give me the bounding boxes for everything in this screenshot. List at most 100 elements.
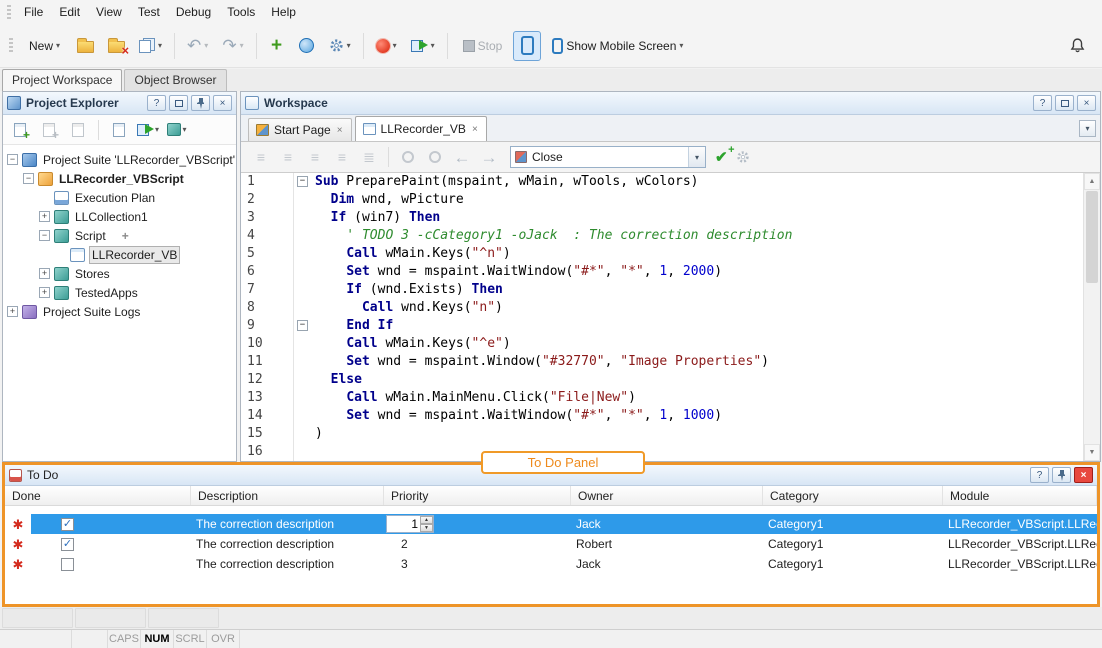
help-button[interactable]: ? bbox=[1030, 467, 1049, 483]
todo-column-category[interactable]: Category bbox=[763, 486, 943, 505]
record-button[interactable]: ▾ bbox=[370, 31, 403, 61]
new-file-button[interactable] bbox=[65, 118, 91, 142]
add-item-button[interactable]: + bbox=[7, 118, 33, 142]
close-tab-icon[interactable]: × bbox=[471, 124, 479, 135]
new-button[interactable]: New ▾ bbox=[20, 31, 69, 61]
add-existing-item-button[interactable]: + bbox=[36, 118, 62, 142]
done-checkbox[interactable]: ✓ bbox=[61, 518, 74, 531]
expand-icon[interactable]: + bbox=[39, 268, 50, 279]
tree-item-project-suite-llrecorder-vbscript[interactable]: −Project Suite 'LLRecorder_VBScript' bbox=[3, 150, 236, 169]
todo-row[interactable]: ✱✓The correction description1▲▼JackCateg… bbox=[5, 514, 1097, 534]
align-center-button[interactable]: ≡ bbox=[330, 145, 354, 169]
tree-item-project-suite-logs[interactable]: +Project Suite Logs bbox=[3, 302, 236, 321]
document-tab-start-page[interactable]: Start Page× bbox=[248, 118, 352, 141]
pin-button[interactable] bbox=[191, 95, 210, 111]
collapse-icon[interactable]: − bbox=[39, 230, 50, 241]
collapse-icon[interactable]: − bbox=[23, 173, 34, 184]
tree-item-stores[interactable]: +Stores bbox=[3, 264, 236, 283]
tree-item-llrecorder-vb[interactable]: LLRecorder_VB bbox=[3, 245, 236, 264]
pin-button[interactable] bbox=[1052, 467, 1071, 483]
show-mobile-screen-toggle[interactable] bbox=[513, 31, 541, 61]
undo-button[interactable]: ↶▾ bbox=[181, 31, 214, 61]
priority-spinner[interactable]: ▲▼ bbox=[420, 516, 433, 532]
fold-collapse-icon[interactable]: − bbox=[297, 176, 308, 187]
spin-up-icon[interactable]: ▲ bbox=[420, 516, 433, 524]
menu-tools[interactable]: Tools bbox=[219, 1, 263, 23]
open-project-button[interactable] bbox=[71, 31, 100, 61]
dock-tab[interactable] bbox=[148, 608, 219, 628]
todo-column-description[interactable]: Description bbox=[191, 486, 384, 505]
stop-button[interactable]: Stop bbox=[454, 31, 512, 61]
run-button[interactable]: ▾ bbox=[405, 31, 441, 61]
expand-icon[interactable]: + bbox=[7, 306, 18, 317]
float-window-button[interactable] bbox=[169, 95, 188, 111]
navigate-forward-button[interactable]: → bbox=[477, 145, 501, 169]
close-panel-button[interactable]: × bbox=[1077, 95, 1096, 111]
scroll-up-button[interactable]: ▲ bbox=[1084, 173, 1100, 190]
todo-column-owner[interactable]: Owner bbox=[571, 486, 763, 505]
clear-bookmarks-button[interactable] bbox=[423, 145, 447, 169]
goto-declaration-button[interactable]: ≡ bbox=[249, 145, 273, 169]
menu-test[interactable]: Test bbox=[130, 1, 168, 23]
format-code-button[interactable]: ≣ bbox=[357, 145, 381, 169]
menu-file[interactable]: File bbox=[16, 1, 51, 23]
scroll-down-button[interactable]: ▼ bbox=[1084, 444, 1100, 461]
perspective-tab-object-browser[interactable]: Object Browser bbox=[124, 69, 226, 91]
todo-row[interactable]: ✱The correction description3JackCategory… bbox=[5, 554, 1097, 574]
todo-column-done[interactable]: Done bbox=[5, 486, 191, 505]
expand-icon[interactable]: + bbox=[39, 287, 50, 298]
syntax-check-button[interactable]: ✔+ bbox=[715, 148, 728, 166]
redo-button[interactable]: ↷▾ bbox=[216, 31, 249, 61]
close-project-button[interactable]: × bbox=[102, 31, 131, 61]
tree-item-llcollection1[interactable]: +LLCollection1 bbox=[3, 207, 236, 226]
todo-column-priority[interactable]: Priority bbox=[384, 486, 571, 505]
align-right-button[interactable]: ≡ bbox=[303, 145, 327, 169]
document-tab-llrecorder-vb[interactable]: LLRecorder_VB× bbox=[355, 116, 487, 141]
menu-edit[interactable]: Edit bbox=[51, 1, 88, 23]
help-button[interactable]: ? bbox=[1033, 95, 1052, 111]
float-window-button[interactable] bbox=[1055, 95, 1074, 111]
collapse-icon[interactable]: − bbox=[7, 154, 18, 165]
fold-collapse-icon[interactable]: − bbox=[297, 320, 308, 331]
menu-debug[interactable]: Debug bbox=[168, 1, 219, 23]
show-mobile-screen-button[interactable]: Show Mobile Screen ▾ bbox=[543, 31, 692, 61]
perspective-tab-project-workspace[interactable]: Project Workspace bbox=[2, 69, 122, 91]
menu-view[interactable]: View bbox=[88, 1, 130, 23]
tree-item-script[interactable]: −Script+ bbox=[3, 226, 236, 245]
object-browser-button[interactable] bbox=[293, 31, 321, 61]
fold-collapse-control[interactable]: − bbox=[293, 317, 311, 335]
services-button[interactable]: ▾ bbox=[323, 31, 357, 61]
done-checkbox[interactable]: ✓ bbox=[61, 538, 74, 551]
done-checkbox[interactable] bbox=[61, 558, 74, 571]
tree-item-testedapps[interactable]: +TestedApps bbox=[3, 283, 236, 302]
help-button[interactable]: ? bbox=[147, 95, 166, 111]
menu-help[interactable]: Help bbox=[263, 1, 304, 23]
code-editor[interactable]: 1−Sub PreparePaint(mspaint, wMain, wTool… bbox=[241, 173, 1100, 461]
align-left-button[interactable]: ≡ bbox=[276, 145, 300, 169]
routine-selector[interactable]: Close ▾ bbox=[510, 146, 706, 168]
save-all-button[interactable]: ▾ bbox=[133, 31, 168, 61]
vertical-scrollbar[interactable]: ▲ ▼ bbox=[1083, 173, 1100, 461]
priority-editor[interactable]: 1▲▼ bbox=[386, 515, 434, 533]
todo-column-module[interactable]: Module bbox=[943, 486, 1097, 505]
notifications-button[interactable] bbox=[1063, 31, 1092, 61]
scrollbar-thumb[interactable] bbox=[1086, 191, 1098, 283]
tree-item-llrecorder-vbscript[interactable]: −LLRecorder_VBScript bbox=[3, 169, 236, 188]
close-panel-button[interactable]: × bbox=[213, 95, 232, 111]
expand-icon[interactable]: + bbox=[39, 211, 50, 222]
run-item-button[interactable]: ▾ bbox=[135, 118, 161, 142]
dropdown-button[interactable]: ▾ bbox=[688, 147, 705, 167]
spin-down-icon[interactable]: ▼ bbox=[420, 524, 433, 532]
tab-list-dropdown[interactable]: ▾ bbox=[1079, 120, 1096, 137]
add-icon[interactable]: + bbox=[122, 229, 129, 243]
add-new-item-button[interactable]: + bbox=[263, 31, 291, 61]
edit-item-button[interactable] bbox=[106, 118, 132, 142]
navigate-back-button[interactable]: ← bbox=[450, 145, 474, 169]
more-actions-button[interactable]: ▾ bbox=[164, 118, 190, 142]
dock-tab[interactable] bbox=[75, 608, 146, 628]
todo-row[interactable]: ✱✓The correction description2RobertCateg… bbox=[5, 534, 1097, 554]
dock-tab[interactable] bbox=[2, 608, 73, 628]
close-panel-button[interactable]: × bbox=[1074, 467, 1093, 483]
tree-item-execution-plan[interactable]: Execution Plan bbox=[3, 188, 236, 207]
close-tab-icon[interactable]: × bbox=[336, 125, 344, 136]
